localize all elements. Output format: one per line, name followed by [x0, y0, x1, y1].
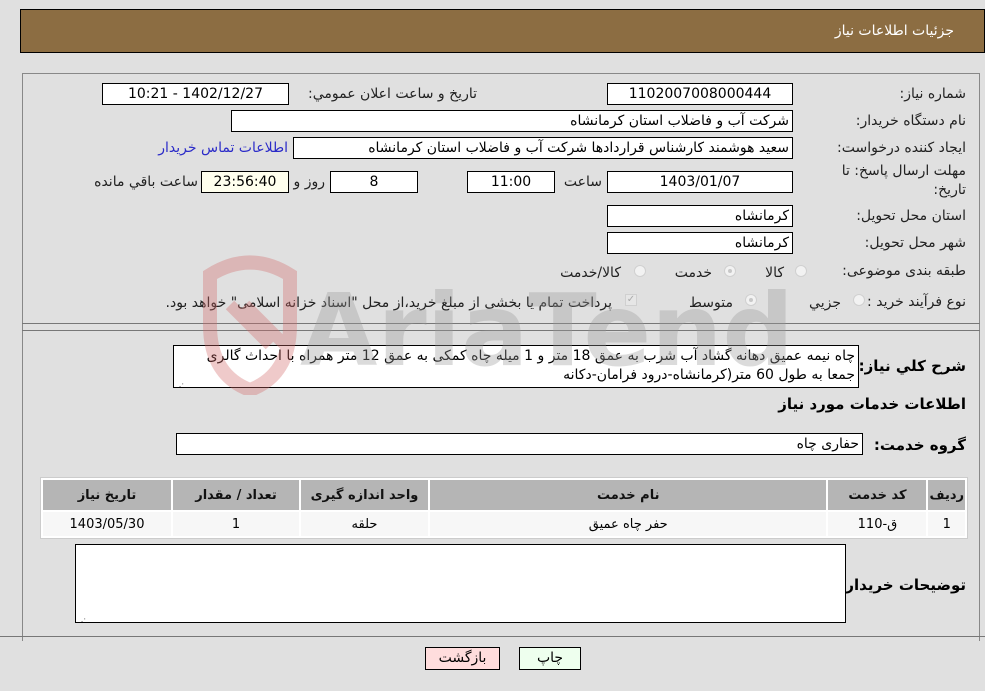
treasury-note: پرداخت تمام یا بخشی از مبلغ خرید،از محل … [165, 295, 612, 311]
divider [0, 636, 985, 637]
category-radio-goods[interactable] [795, 265, 807, 277]
delivery-city-label: شهر محل تحویل: [864, 235, 966, 251]
days-label: روز و [293, 174, 326, 190]
service-group-field: حفاری چاه [176, 433, 863, 455]
col-header-need-date: تاریخ نیاز [43, 480, 171, 510]
buyer-notes-textarea[interactable]: ⋰ [75, 544, 846, 623]
cell-service-code: ق-110 [828, 512, 927, 536]
process-option-medium: متوسط [689, 295, 733, 311]
category-label: طبقه بندی موضوعی: [842, 263, 966, 279]
process-option-minor: جزيي [809, 295, 841, 311]
announce-datetime-field: 1402/12/27 - 10:21 [102, 83, 289, 105]
delivery-city-field: کرمانشاه [607, 232, 793, 254]
deadline-time-field: 11:00 [467, 171, 555, 193]
category-radio-service[interactable] [724, 265, 736, 277]
process-radio-medium[interactable] [745, 294, 757, 306]
category-option-goods: کالا [765, 265, 784, 281]
remaining-time-label: ساعت باقي مانده [94, 174, 198, 190]
back-button[interactable]: بازگشت [425, 647, 500, 670]
col-header-row-number: ردیف [928, 480, 965, 510]
buyer-notes-label: توضیحات خریدار: [839, 576, 966, 594]
divider [22, 323, 980, 324]
resize-grip-icon[interactable]: ⋰ [78, 612, 86, 622]
treasury-checkbox[interactable]: ✓ [625, 294, 637, 306]
cell-row-number: 1 [928, 512, 965, 536]
general-description-label: شرح کلي نیاز: [858, 357, 966, 375]
deadline-time-label: ساعت [563, 174, 602, 190]
print-button[interactable]: چاپ [519, 647, 581, 670]
page-title: جزئیات اطلاعات نیاز [834, 23, 954, 39]
delivery-province-label: استان محل تحویل: [856, 208, 966, 224]
divider [22, 330, 980, 331]
general-description-text: چاه نیمه عمیق دهانه گشاد آب شرب به عمق 1… [206, 348, 855, 383]
col-header-service-code: کد خدمت [828, 480, 927, 510]
page-header: جزئیات اطلاعات نیاز [20, 9, 985, 53]
cell-quantity: 1 [173, 512, 299, 536]
deadline-date-field: 1403/01/07 [607, 171, 793, 193]
table-row: 1 ق-110 حفر چاه عمیق حلقه 1 1403/05/30 [43, 512, 965, 536]
remaining-days-field: 8 [330, 171, 418, 193]
deadline-label-line2: تاریخ: [933, 182, 966, 198]
col-header-service-name: نام خدمت [430, 480, 827, 510]
col-header-unit: واحد اندازه گیری [301, 480, 428, 510]
services-section-title: اطلاعات خدمات مورد نیاز [778, 395, 966, 413]
remaining-time-field: 23:56:40 [201, 171, 289, 193]
resize-grip-icon[interactable]: ⋰ [176, 377, 184, 387]
cell-unit: حلقه [301, 512, 428, 536]
buyer-org-field: شرکت آب و فاضلاب استان کرمانشاه [231, 110, 793, 132]
category-option-service: خدمت [674, 265, 712, 281]
category-radio-goods-service[interactable] [634, 265, 646, 277]
table-header-row: ردیف کد خدمت نام خدمت واحد اندازه گیری ت… [43, 480, 965, 510]
category-option-goods-service: کالا/خدمت [560, 265, 621, 281]
deadline-label-line1: مهلت ارسال پاسخ: تا [841, 163, 966, 179]
general-description-textarea[interactable]: چاه نیمه عمیق دهانه گشاد آب شرب به عمق 1… [173, 345, 859, 388]
service-group-label: گروه خدمت: [873, 436, 966, 454]
announce-datetime-label: تاریخ و ساعت اعلان عمومي: [308, 86, 477, 102]
need-number-field: 1102007008000444 [607, 83, 793, 105]
need-number-label: شماره نیاز: [899, 86, 967, 102]
requester-label: ایجاد کننده درخواست: [837, 140, 966, 156]
services-table: ردیف کد خدمت نام خدمت واحد اندازه گیری ت… [40, 477, 968, 539]
cell-need-date: 1403/05/30 [43, 512, 171, 536]
process-radio-minor[interactable] [853, 294, 865, 306]
purchase-process-label: نوع فرآیند خرید : [867, 294, 966, 310]
delivery-province-field: کرمانشاه [607, 205, 793, 227]
buyer-org-label: نام دستگاه خریدار: [855, 113, 966, 129]
requester-field: سعید هوشمند کارشناس قراردادها شرکت آب و … [293, 137, 793, 159]
cell-service-name: حفر چاه عمیق [430, 512, 827, 536]
buyer-contact-link[interactable]: اطلاعات تماس خریدار [158, 140, 288, 156]
col-header-quantity: تعداد / مقدار [173, 480, 299, 510]
